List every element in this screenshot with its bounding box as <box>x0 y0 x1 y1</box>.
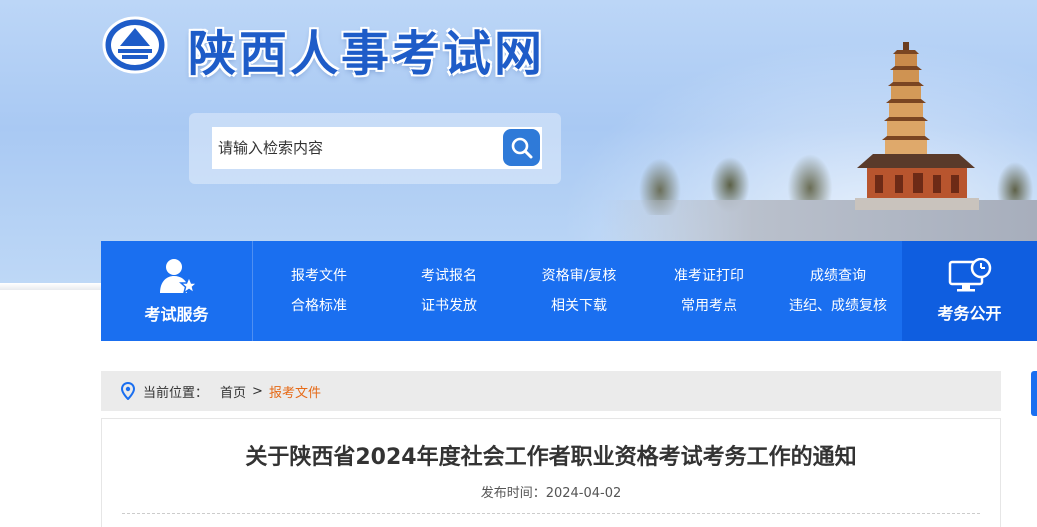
nav-link-violation-review[interactable]: 违纪、成绩复核 <box>774 291 902 321</box>
nav-link-pass-standard[interactable]: 合格标准 <box>254 291 384 321</box>
publish-date-label: 发布时间： <box>480 486 546 501</box>
nav-link-certificate-issue[interactable]: 证书发放 <box>384 291 514 321</box>
seal-logo-icon <box>102 16 168 74</box>
breadcrumb-current-link[interactable]: 报考文件 <box>269 382 321 401</box>
nav-link-exam-registration[interactable]: 考试报名 <box>384 261 514 291</box>
nav-link-downloads[interactable]: 相关下载 <box>514 291 644 321</box>
nav-service-label: 考试服务 <box>144 305 209 324</box>
magnifier-icon <box>511 137 532 158</box>
search-input[interactable] <box>212 127 542 169</box>
breadcrumb-home-link[interactable]: 首页 <box>220 382 246 401</box>
nav-links: 报考文件 考试报名 资格审/复核 准考证打印 成绩查询 合格标准 证书发放 相关… <box>254 261 902 321</box>
breadcrumb: 当前位置： 首页 > 报考文件 <box>101 371 1001 411</box>
article-meta: 发布时间：2024-04-02 <box>102 482 1000 501</box>
monitor-clock-icon <box>948 258 991 292</box>
main-nav: 考试服务 报考文件 考试报名 资格审/复核 准考证打印 成绩查询 合格标准 证书… <box>101 241 1037 341</box>
search-button[interactable] <box>503 129 540 166</box>
nav-public-label: 考务公开 <box>937 304 1002 323</box>
article-panel: 关于陕西省2024年度社会工作者职业资格考试考务工作的通知 发布时间：2024-… <box>101 418 1001 527</box>
nav-link-exam-sites[interactable]: 常用考点 <box>644 291 774 321</box>
article-title: 关于陕西省2024年度社会工作者职业资格考试考务工作的通知 <box>245 445 857 470</box>
location-pin-icon <box>121 382 135 400</box>
nav-link-application-docs[interactable]: 报考文件 <box>254 261 384 291</box>
pagoda-illustration <box>855 42 979 210</box>
nav-link-score-query[interactable]: 成绩查询 <box>774 261 902 291</box>
nav-link-qualification-review[interactable]: 资格审/复核 <box>514 261 644 291</box>
article-divider <box>122 513 980 514</box>
breadcrumb-separator: > <box>252 383 263 399</box>
nav-exam-service[interactable]: 考试服务 <box>101 241 253 341</box>
side-float-tab[interactable] <box>1031 371 1037 416</box>
user-star-icon <box>159 259 197 295</box>
publish-date: 2024-04-02 <box>545 486 622 501</box>
nav-link-admission-ticket[interactable]: 准考证打印 <box>644 261 774 291</box>
site-title[interactable]: 陕西人事考试网 <box>188 14 545 84</box>
nav-exam-public[interactable]: 考务公开 <box>902 241 1037 341</box>
breadcrumb-label: 当前位置： <box>143 385 209 401</box>
